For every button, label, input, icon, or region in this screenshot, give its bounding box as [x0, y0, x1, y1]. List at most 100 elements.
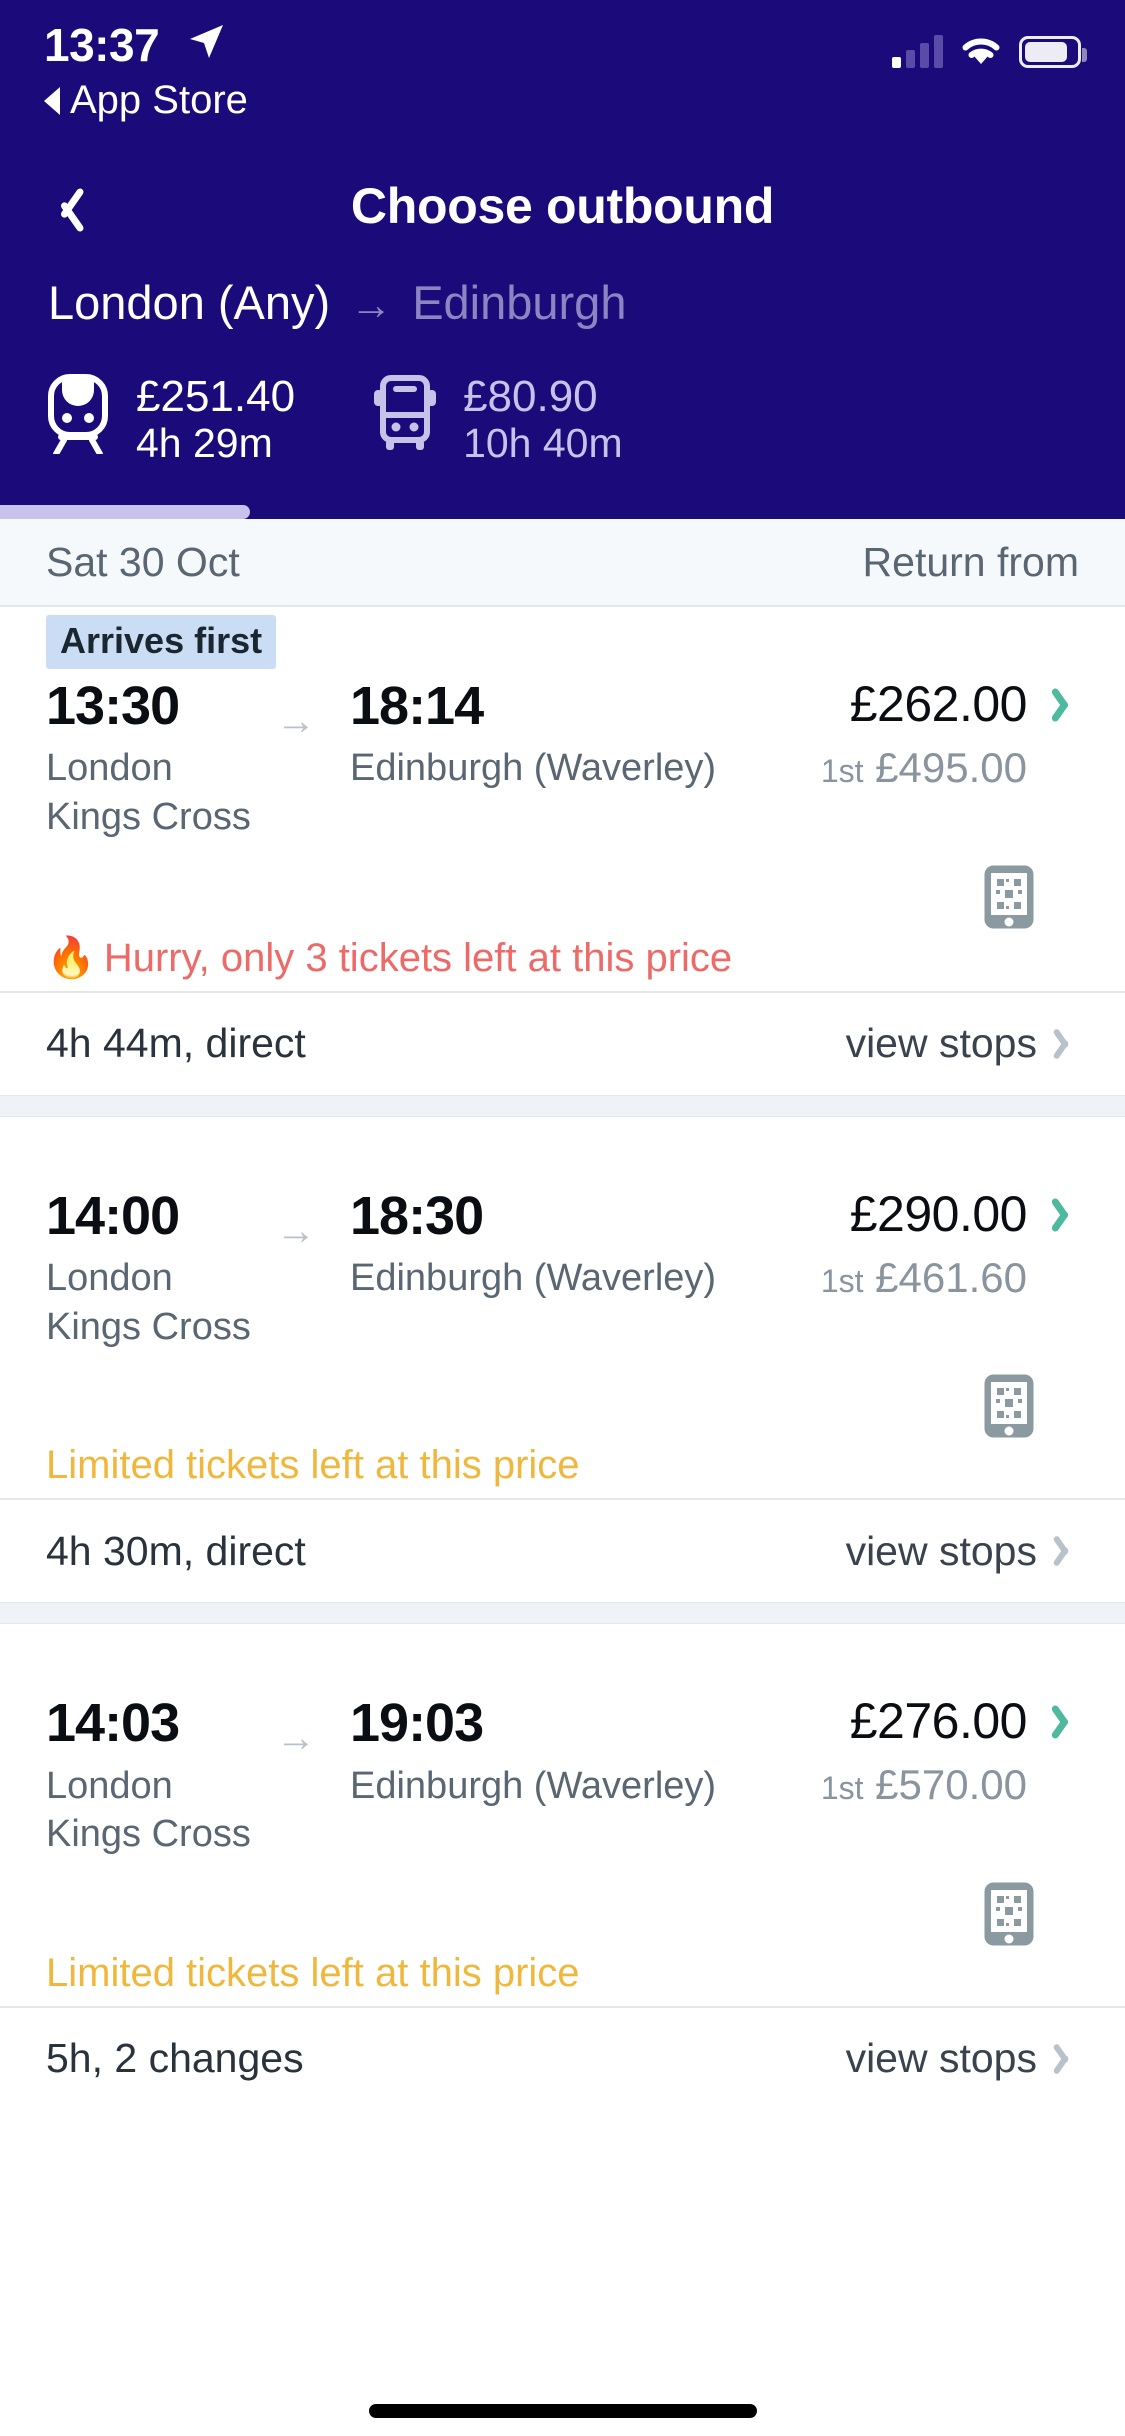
mode-tab-bus-duration: 10h 40m — [463, 420, 623, 467]
route-origin: London (Any) — [48, 276, 331, 329]
journey-arrow: → — [276, 1694, 350, 1761]
mobile-ticket-icon — [983, 864, 1035, 935]
view-stops-label: view stops — [845, 2035, 1037, 2082]
mode-tab-bus[interactable]: £80.90 10h 40m — [369, 372, 697, 467]
journey-main: Arrives first 13:30 London Kings Cross →… — [0, 607, 1125, 991]
journey-footer[interactable]: 4h 44m, direct view stops — [0, 990, 1125, 1095]
battery-icon — [1019, 36, 1087, 68]
mode-tab-train-price: £251.40 — [136, 372, 296, 421]
chevron-right-icon — [1057, 1195, 1079, 1235]
first-class-price-row: 1st £461.60 — [821, 1254, 1027, 1302]
chevron-right-icon — [1057, 1702, 1079, 1742]
nav-bar: Choose outbound — [0, 155, 1125, 265]
status-badge: Arrives first — [46, 615, 277, 669]
arrival-station: Edinburgh (Waverley) — [350, 1257, 717, 1300]
first-class-price-row: 1st £570.00 — [821, 1761, 1027, 1809]
availability-alert: 🔥 Hurry, only 3 tickets left at this pric… — [46, 934, 1079, 991]
journey-footer[interactable]: 5h, 2 changes view stops — [0, 2005, 1125, 2110]
departure-time: 14:03 — [46, 1693, 180, 1754]
departure-time: 14:00 — [46, 1185, 180, 1246]
header: 13:37 App Store Choose outbound London (… — [0, 0, 1125, 519]
chevron-right-icon — [1057, 685, 1079, 725]
availability-alert-text: Limited tickets left at this price — [46, 1950, 580, 1995]
status-bar: 13:37 App Store — [0, 0, 1125, 122]
view-stops-label: view stops — [845, 1020, 1037, 1067]
journey-departure: 13:30 London Kings Cross — [46, 676, 276, 842]
arrival-time: 19:03 — [350, 1693, 484, 1754]
arrival-station: Edinburgh (Waverley) — [350, 747, 717, 790]
journey-arrow: → — [276, 1187, 350, 1254]
standard-price: £276.00 — [849, 1693, 1028, 1750]
arrival-time: 18:14 — [350, 676, 484, 736]
first-class-price: £570.00 — [875, 1761, 1027, 1809]
flame-icon: 🔥 — [46, 935, 96, 980]
horizontal-scroll-indicator[interactable] — [0, 505, 250, 519]
page-title: Choose outbound — [350, 178, 775, 234]
journey-badge-wrap — [46, 1624, 1079, 1678]
card-separator — [0, 1094, 1125, 1117]
home-indicator[interactable] — [368, 2404, 757, 2418]
arrival-station: Edinburgh (Waverley) — [350, 1764, 717, 1807]
train-icon — [42, 372, 114, 457]
chevron-right-icon — [1059, 2041, 1079, 2077]
journey-card[interactable]: 14:00 London Kings Cross → 18:30 Edinbur… — [0, 1116, 1125, 1603]
journey-main: 14:03 London Kings Cross → 19:03 Edinbur… — [0, 1624, 1125, 2006]
journey-arrival: 18:14 Edinburgh (Waverley) — [350, 676, 821, 793]
view-stops-button[interactable]: view stops — [846, 1528, 1079, 1575]
chevron-right-icon — [1059, 1026, 1079, 1062]
arrow-right-icon: → — [276, 1716, 316, 1761]
bus-icon — [369, 372, 441, 454]
wifi-icon — [959, 34, 1003, 68]
journey-price-block[interactable]: £290.00 1st £461.60 — [821, 1185, 1079, 1302]
journey-arrow: → — [276, 677, 350, 744]
mode-tab-train[interactable]: £251.40 4h 29m — [42, 372, 369, 467]
view-stops-button[interactable]: view stops — [846, 2035, 1079, 2082]
first-class-label: 1st — [820, 1770, 864, 1807]
return-from-label[interactable]: Return from — [863, 539, 1079, 586]
journey-price-block[interactable]: £262.00 1st £495.00 — [821, 677, 1079, 792]
date-bar: Sat 30 Oct Return from — [0, 519, 1125, 607]
availability-alert-text: Limited tickets left at this price — [46, 1443, 580, 1488]
mode-tab-bus-price: £80.90 — [463, 372, 598, 421]
journey-price-block[interactable]: £276.00 1st £570.00 — [821, 1694, 1079, 1809]
location-arrow-icon — [186, 22, 226, 62]
mobile-ticket-icon — [983, 1881, 1035, 1952]
journey-card[interactable]: 14:03 London Kings Cross → 19:03 Edinbur… — [0, 1624, 1125, 2110]
journey-ticket-icon-row — [46, 1859, 1079, 1951]
standard-price: £262.00 — [849, 676, 1028, 732]
outbound-date-label[interactable]: Sat 30 Oct — [46, 539, 240, 586]
mode-tab-train-meta: £251.40 4h 29m — [136, 372, 295, 467]
journey-card[interactable]: Arrives first 13:30 London Kings Cross →… — [0, 607, 1125, 1095]
availability-alert: Limited tickets left at this price — [46, 1443, 1079, 1498]
first-class-price: £495.00 — [875, 744, 1027, 791]
journey-times-row: 14:00 London Kings Cross → 18:30 Edinbur… — [46, 1171, 1079, 1352]
first-class-price-row: 1st £495.00 — [821, 744, 1027, 792]
cellular-signal-icon — [892, 34, 943, 68]
standard-price: £290.00 — [849, 1185, 1028, 1242]
arrow-right-icon: → — [350, 281, 393, 328]
journey-departure: 14:03 London Kings Cross — [46, 1693, 276, 1859]
first-class-label: 1st — [820, 1262, 864, 1299]
arrow-right-icon: → — [276, 1208, 316, 1253]
mobile-ticket-icon — [983, 1373, 1035, 1444]
journey-departure: 14:00 London Kings Cross — [46, 1185, 276, 1352]
journey-footer[interactable]: 4h 30m, direct view stops — [0, 1498, 1125, 1602]
departure-station: London Kings Cross — [46, 1764, 251, 1856]
journey-duration: 4h 44m, direct — [46, 1020, 306, 1067]
journey-main: 14:00 London Kings Cross → 18:30 Edinbur… — [0, 1117, 1125, 1499]
journey-badge-wrap — [46, 1117, 1079, 1171]
departure-station: London Kings Cross — [46, 747, 251, 839]
card-separator — [0, 1602, 1125, 1625]
journey-times-row: 14:03 London Kings Cross → 19:03 Edinbur… — [46, 1678, 1079, 1859]
app-screen: 13:37 App Store Choose outbound London (… — [0, 0, 1125, 2436]
triangle-left-icon — [44, 86, 60, 115]
back-to-app-store-link[interactable]: App Store — [44, 78, 248, 123]
route-summary[interactable]: London (Any) → Edinburgh — [48, 275, 626, 330]
status-bar-indicators — [892, 34, 1087, 68]
transport-mode-tabs: £251.40 4h 29m £80.90 10h 40m — [42, 372, 697, 467]
journey-ticket-icon-row — [46, 1351, 1079, 1443]
journey-arrival: 19:03 Edinburgh (Waverley) — [350, 1693, 821, 1810]
journey-arrival: 18:30 Edinburgh (Waverley) — [350, 1186, 821, 1303]
arrow-right-icon: → — [276, 699, 316, 743]
view-stops-button[interactable]: view stops — [846, 1020, 1079, 1067]
